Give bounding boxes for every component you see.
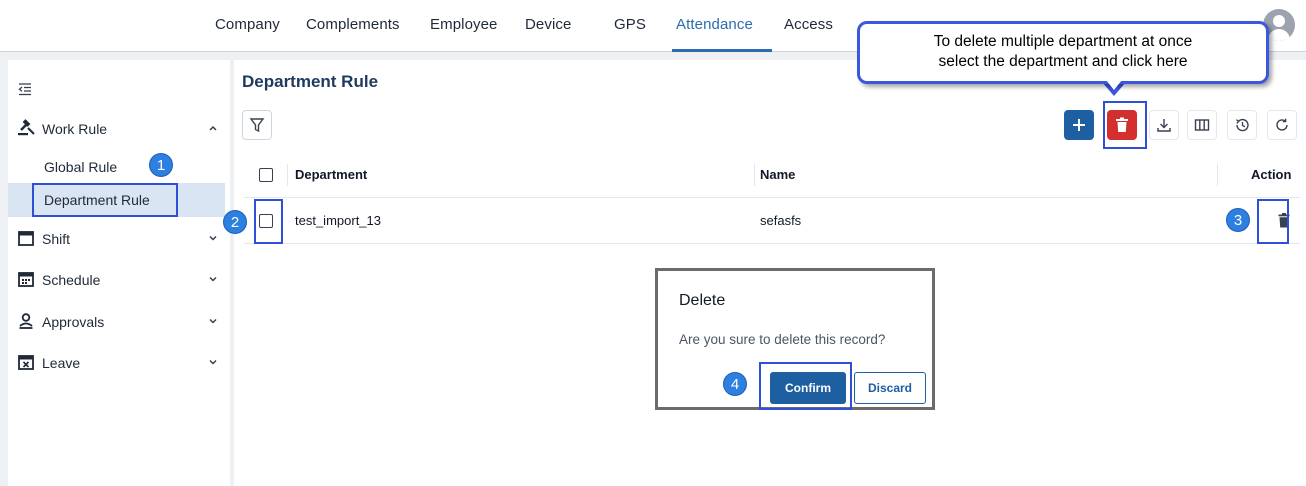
collapse-sidebar-icon[interactable] [18,82,32,96]
step-badge-1: 1 [149,153,173,177]
row-select-checkbox[interactable] [259,214,273,228]
callout-line-2: select the department and click here [938,53,1188,70]
select-all-checkbox[interactable] [259,168,273,182]
page-title: Department Rule [242,72,379,91]
sidebar-item-approvals[interactable]: Approvals [8,303,230,339]
sidebar-item-work-rule[interactable]: Work Rule [8,110,230,146]
sidebar-item-label: Shift [42,231,71,247]
avatar-head-shape [1273,15,1285,27]
column-header-action: Action [1251,167,1292,182]
nav-device[interactable]: Device [525,16,571,33]
download-icon [1157,119,1171,132]
avatar-body-shape [1268,29,1290,41]
filter-icon [249,118,265,133]
bulk-delete-button[interactable] [1107,110,1137,140]
columns-icon [1194,119,1210,131]
add-button[interactable] [1064,110,1094,140]
active-tab-underline [672,49,772,52]
step-badge-3: 3 [1226,208,1250,232]
filter-button[interactable] [242,110,272,140]
sidebar-item-label: Work Rule [42,121,108,137]
refresh-icon [1276,118,1288,131]
column-header-department[interactable]: Department [295,167,367,182]
sidebar-item-leave[interactable]: Leave [8,344,230,380]
delete-confirm-dialog: Delete Are you sure to delete this recor… [655,268,935,410]
dialog-title: Delete [679,292,726,309]
sidebar-item-shift[interactable]: Shift [8,220,230,256]
sidebar-item-label: Approvals [42,314,105,330]
plus-icon [1073,119,1085,131]
person-check-icon [19,313,33,329]
cell-name: sefasfs [760,213,802,228]
sidebar-subitem-department-rule[interactable]: Department Rule [8,183,225,217]
dialog-message: Are you sure to delete this record? [679,332,886,347]
step-badge-2: 2 [223,210,247,234]
table-row[interactable]: test_import_13 sefasfs [244,198,1300,244]
callout-line-1: To delete multiple department at once [933,33,1193,50]
calendar-blank-icon [18,231,34,246]
sidebar-subitem-label: Department Rule [44,192,150,208]
chevron-down-icon[interactable] [207,232,219,244]
column-header-name[interactable]: Name [760,167,795,182]
table-header: Department Name Action [244,152,1300,198]
discard-button[interactable]: Discard [854,372,926,404]
gavel-icon [18,119,35,136]
sidebar-item-label: Schedule [42,272,101,288]
row-delete-icon[interactable] [1278,213,1290,228]
column-divider [287,164,288,186]
history-icon [1235,118,1249,132]
sidebar-subitem-global-rule[interactable]: Global Rule [8,150,225,184]
callout-tooltip: To delete multiple department at once se… [857,21,1269,84]
callout-tail-fill [1106,80,1122,90]
chevron-up-icon[interactable] [207,122,219,134]
history-button[interactable] [1227,110,1257,140]
refresh-button[interactable] [1267,110,1297,140]
step-badge-4: 4 [723,372,747,396]
nav-attendance[interactable]: Attendance [676,16,753,33]
nav-employee[interactable]: Employee [430,16,498,33]
calendar-x-icon [18,355,34,370]
column-divider [1217,164,1218,186]
cell-department: test_import_13 [295,213,381,228]
chevron-down-icon[interactable] [207,356,219,368]
sidebar-item-schedule[interactable]: Schedule [8,261,230,297]
nav-complements[interactable]: Complements [306,16,400,33]
column-divider [754,164,755,186]
nav-company[interactable]: Company [215,16,280,33]
trash-icon [1116,117,1128,132]
nav-gps[interactable]: GPS [614,16,646,33]
sidebar-item-label: Leave [42,355,81,371]
chevron-down-icon[interactable] [207,273,219,285]
columns-button[interactable] [1187,110,1217,140]
sidebar-subitem-label: Global Rule [44,159,118,175]
sidebar: Work Rule Global Rule Department Rule Sh… [8,60,230,486]
chevron-down-icon[interactable] [207,315,219,327]
nav-access[interactable]: Access [784,16,833,33]
confirm-button[interactable]: Confirm [770,372,846,404]
export-button[interactable] [1149,110,1179,140]
calendar-grid-icon [18,272,34,287]
